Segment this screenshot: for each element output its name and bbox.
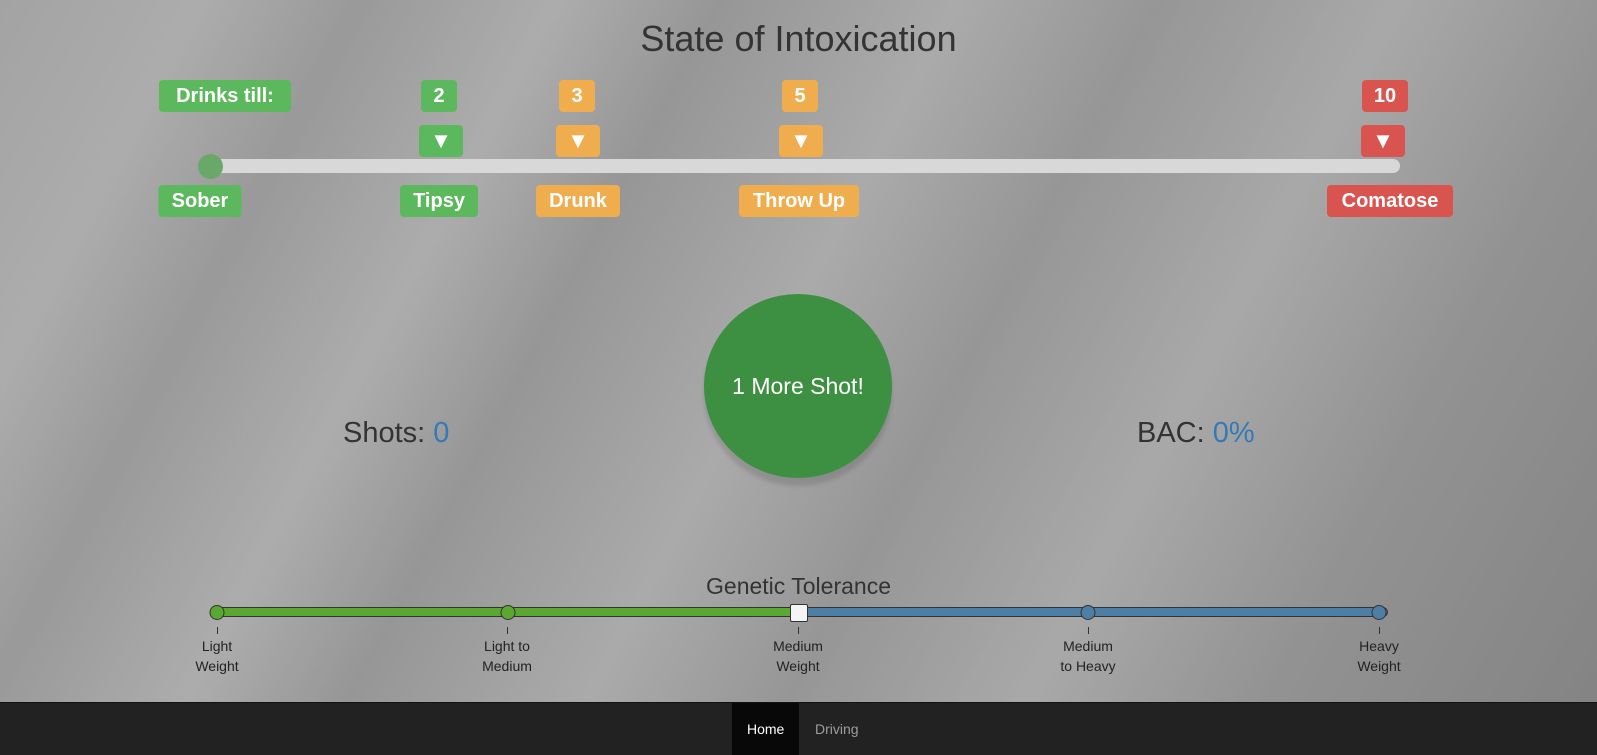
- tolerance-stop-dot[interactable]: [500, 605, 516, 620]
- state-label-tipsy: Tipsy: [400, 185, 478, 217]
- arrow-down-icon: ▼: [556, 125, 600, 157]
- bottom-navbar: Home Driving: [0, 702, 1597, 755]
- tolerance-label-heavy-weight[interactable]: Heavy Weight: [1329, 636, 1429, 676]
- arrow-down-icon: ▼: [1361, 125, 1405, 157]
- tolerance-stop-dot[interactable]: [1080, 605, 1096, 620]
- nav-home-link[interactable]: Home: [732, 703, 800, 755]
- state-label-throw-up: Throw Up: [739, 185, 859, 217]
- arrow-down-icon: ▼: [779, 125, 823, 157]
- drinks-count-drunk: 3: [559, 80, 595, 112]
- tolerance-tick: [217, 627, 218, 634]
- drinks-count-tipsy: 2: [421, 80, 457, 112]
- tolerance-tick: [1379, 627, 1380, 634]
- shots-label: Shots:: [343, 417, 426, 449]
- genetic-tolerance-title: Genetic Tolerance: [706, 573, 891, 599]
- arrow-down-icon: ▼: [419, 125, 463, 157]
- nav-driving-link[interactable]: Driving: [800, 703, 874, 755]
- page-title: State of Intoxication: [640, 18, 957, 59]
- intoxication-progress-handle: [198, 154, 223, 179]
- tolerance-tick: [798, 627, 799, 634]
- shots-value: 0: [433, 417, 450, 449]
- tolerance-stop-dot[interactable]: [1371, 605, 1387, 620]
- tolerance-label-medium-weight[interactable]: Medium Weight: [748, 636, 848, 676]
- tolerance-tick: [507, 627, 508, 634]
- intoxication-progress-track: [202, 159, 1400, 173]
- bac-value: 0%: [1212, 417, 1255, 449]
- state-label-sober: Sober: [158, 185, 242, 217]
- tolerance-slider-handle[interactable]: [790, 604, 808, 622]
- tolerance-tick: [1088, 627, 1089, 634]
- state-label-comatose: Comatose: [1327, 185, 1453, 217]
- drinks-count-throw-up: 5: [782, 80, 818, 112]
- tolerance-label-light-to-medium[interactable]: Light to Medium: [457, 636, 557, 676]
- shots-stat: Shots: 0: [343, 417, 449, 450]
- drinks-count-comatose: 10: [1362, 80, 1408, 112]
- bac-label: BAC:: [1137, 417, 1205, 449]
- tolerance-label-light-weight[interactable]: Light Weight: [167, 636, 267, 676]
- one-more-shot-button[interactable]: 1 More Shot!: [704, 294, 892, 478]
- state-label-drunk: Drunk: [536, 185, 620, 217]
- tolerance-label-medium-to-heavy[interactable]: Medium to Heavy: [1038, 636, 1138, 676]
- drinks-till-label: Drinks till:: [159, 80, 291, 112]
- tolerance-stop-dot[interactable]: [209, 605, 225, 620]
- bac-stat: BAC: 0%: [1137, 417, 1255, 450]
